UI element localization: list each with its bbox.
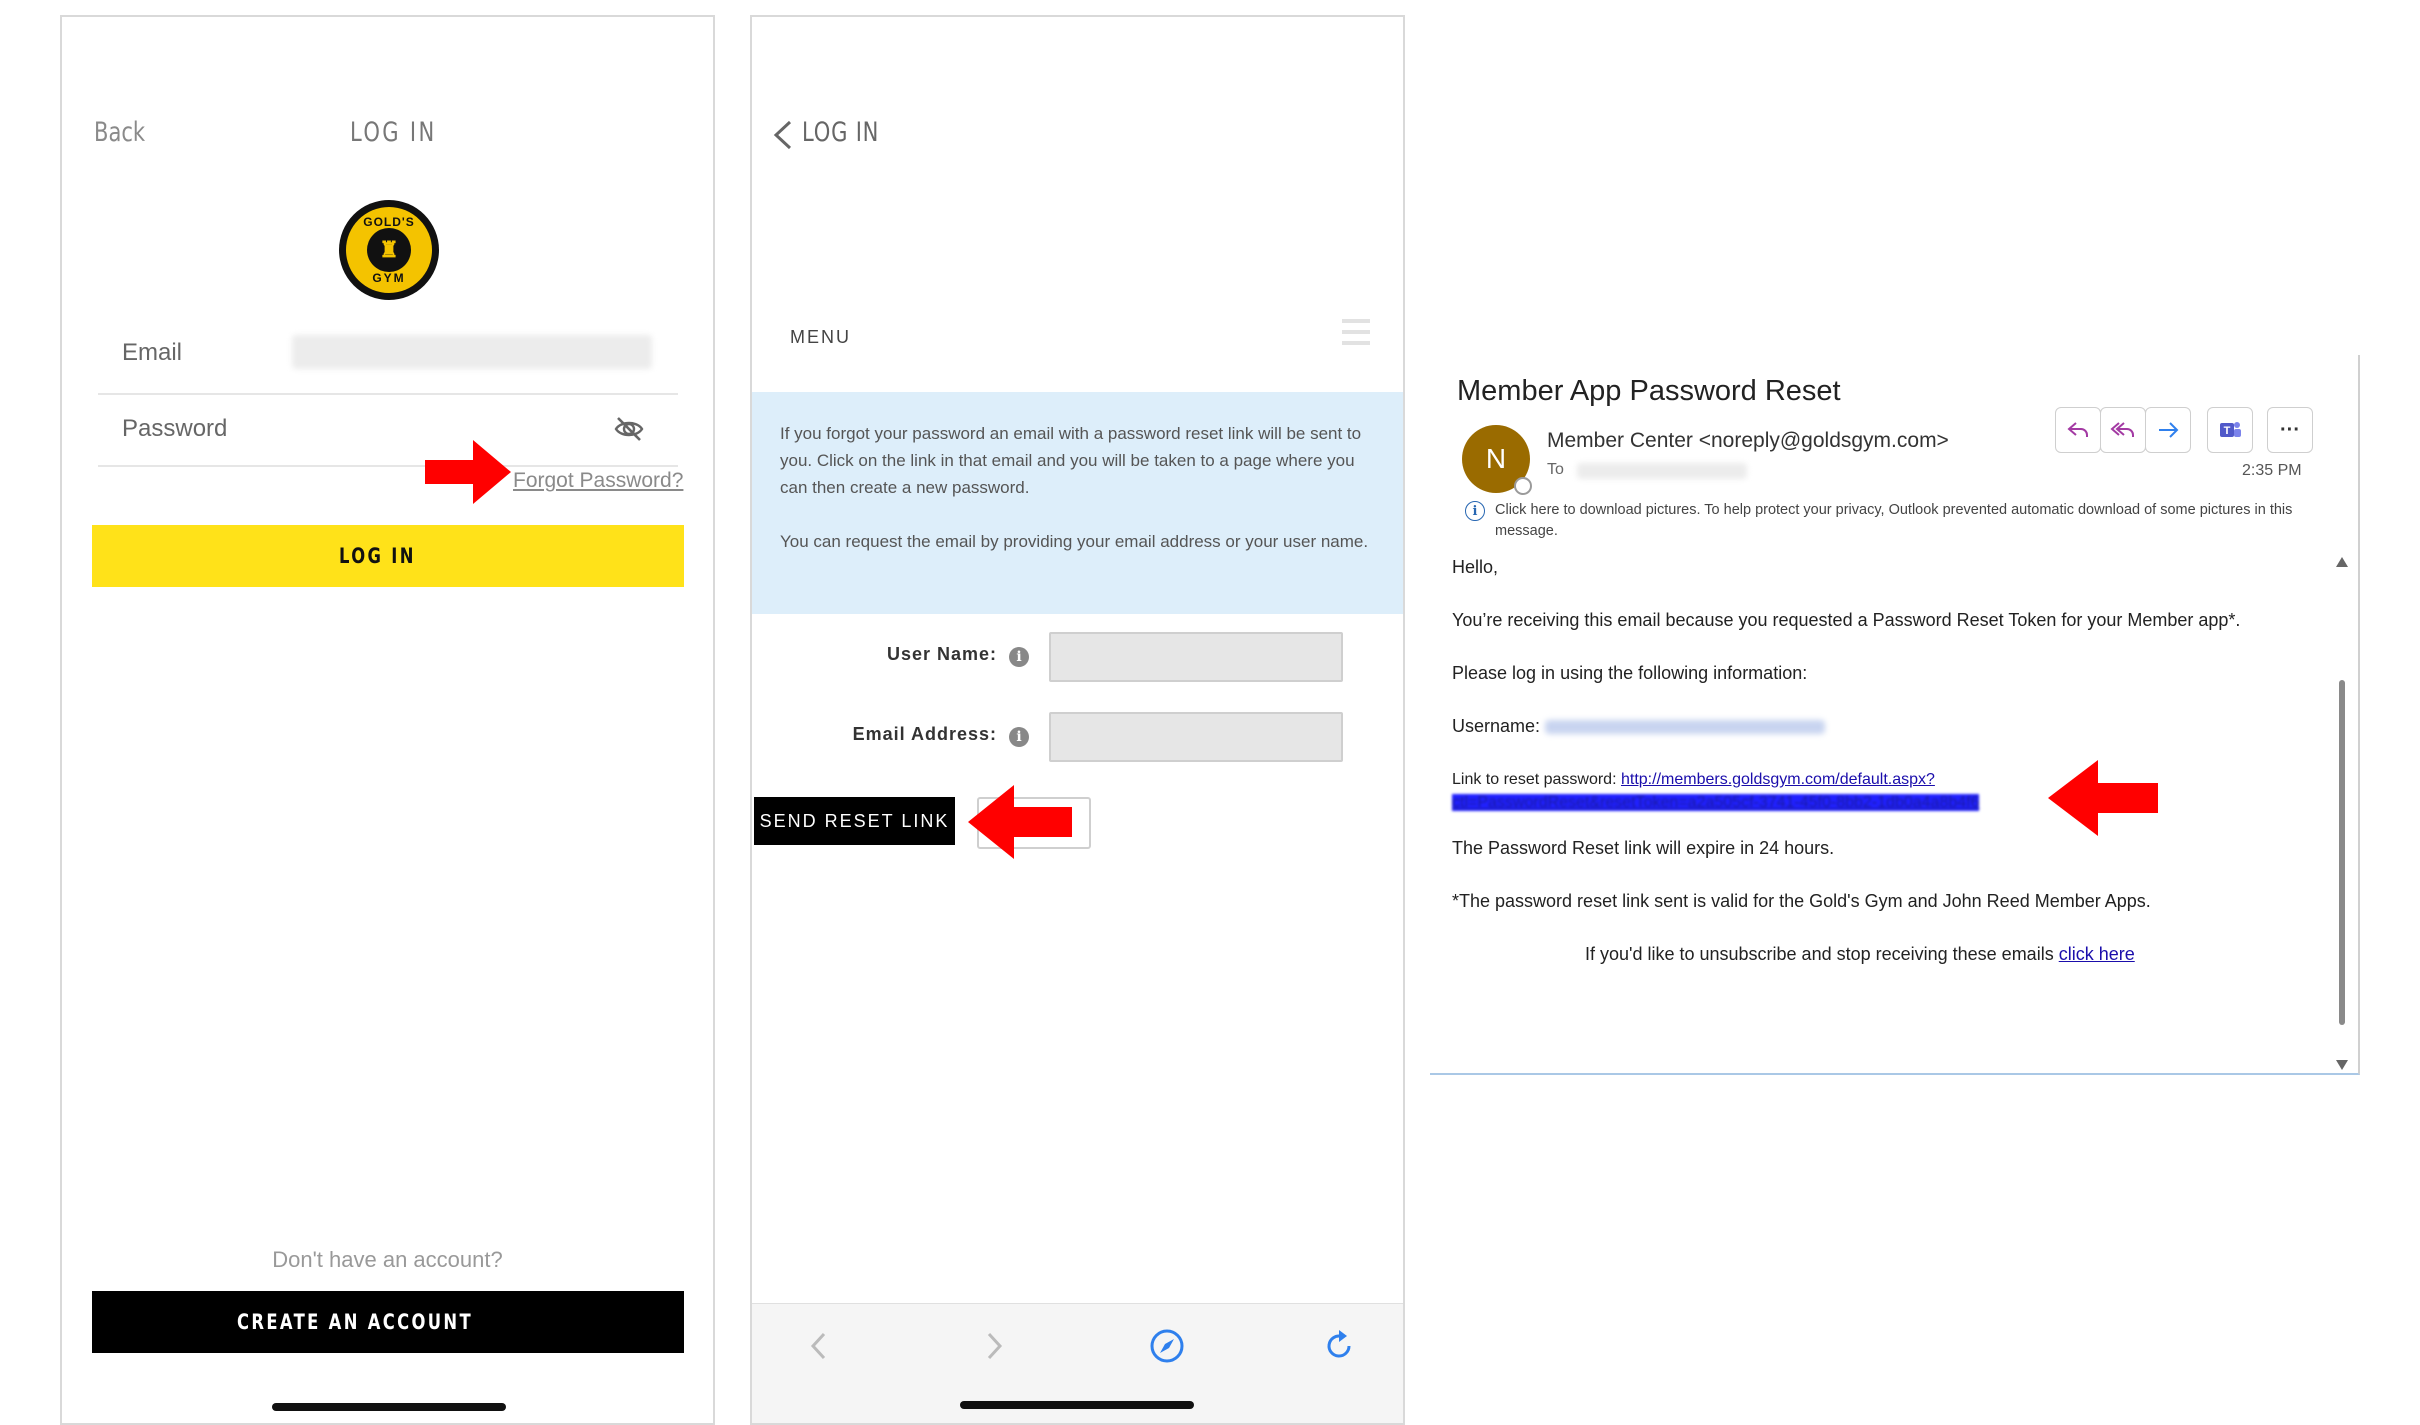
info-icon: i xyxy=(1465,501,1485,521)
password-label: Password xyxy=(122,415,228,442)
reset-link-token[interactable]: ctl=PasswordReset&resetToken=a2a505cf-37… xyxy=(1452,794,1980,811)
body-text: *The password reset link sent is valid f… xyxy=(1452,891,2151,911)
forward-icon[interactable] xyxy=(2145,407,2191,453)
username-value xyxy=(1545,720,1826,735)
body-text: The Password Reset link will expire in 2… xyxy=(1452,838,1835,858)
hamburger-menu-icon[interactable] xyxy=(1342,319,1370,345)
reply-icon[interactable] xyxy=(2055,407,2101,453)
no-account-text: Don't have an account? xyxy=(272,1247,503,1272)
unsubscribe-link[interactable]: click here xyxy=(2059,944,2135,964)
email-time: 2:35 PM xyxy=(2242,462,2302,479)
username-input[interactable] xyxy=(1049,632,1343,682)
email-recipient[interactable] xyxy=(1577,463,1747,479)
reset-link-line: ctl=PasswordReset&resetToken=a2a505cf-37… xyxy=(1452,791,1980,815)
scrollbar-thumb[interactable] xyxy=(2339,680,2345,1025)
email-message: Member App Password Reset N Member Cente… xyxy=(1430,355,2360,1075)
info-icon[interactable]: i xyxy=(1009,647,1029,667)
scroll-up-icon[interactable] xyxy=(2336,557,2348,567)
compass-icon[interactable] xyxy=(1147,1326,1187,1366)
login-button[interactable]: LOG IN xyxy=(92,525,684,587)
email-label: Email Address: xyxy=(852,724,997,744)
forward-nav-icon[interactable] xyxy=(974,1326,1014,1366)
email-to-label: To xyxy=(1547,461,1564,478)
email-input[interactable] xyxy=(1049,712,1343,762)
email-subject: Member App Password Reset xyxy=(1457,375,1841,407)
reset-link-line: Link to reset password: http://members.g… xyxy=(1452,771,1935,788)
avatar: N xyxy=(1462,425,1532,495)
divider xyxy=(98,465,678,467)
weightlifter-icon: ♜ xyxy=(367,228,411,272)
create-account-button[interactable]: CREATE AN ACCOUNT xyxy=(92,1291,684,1353)
annotation-arrow xyxy=(2048,760,2158,836)
body-text: Please log in using the following inform… xyxy=(1452,663,1808,683)
info-text: You can request the email by providing y… xyxy=(780,532,1369,551)
scrollbar[interactable] xyxy=(2335,555,2349,1075)
unsubscribe-line: If you'd like to unsubscribe and stop re… xyxy=(1585,944,2135,964)
reply-all-icon[interactable] xyxy=(2100,407,2146,453)
email-label: Email xyxy=(122,339,183,366)
email-field[interactable] xyxy=(292,335,652,369)
back-nav-icon[interactable] xyxy=(799,1326,839,1366)
page-title: LOG IN xyxy=(350,117,437,148)
reset-password-screen: LOG IN MENU If you forgot your password … xyxy=(750,15,1405,1425)
info-box: If you forgot your password an email wit… xyxy=(752,392,1403,614)
info-icon[interactable]: i xyxy=(1009,727,1029,747)
username-label: User Name: xyxy=(886,644,997,664)
golds-gym-logo: GOLD'S ♜ GYM xyxy=(339,200,439,300)
email-sender[interactable]: Member Center <noreply@goldsgym.com> xyxy=(1547,429,1949,453)
eye-slash-icon[interactable] xyxy=(613,413,645,445)
divider xyxy=(98,393,678,395)
greeting: Hello, xyxy=(1452,557,1499,577)
more-icon[interactable]: ··· xyxy=(2267,407,2313,453)
presence-icon xyxy=(1514,477,1532,495)
scroll-down-icon[interactable] xyxy=(2336,1060,2348,1070)
username-line: Username: xyxy=(1452,714,1826,738)
body-text: You’re receiving this email because you … xyxy=(1452,610,2241,630)
send-reset-link-button[interactable]: SEND RESET LINK xyxy=(754,797,955,845)
reset-link[interactable]: http://members.goldsgym.com/default.aspx… xyxy=(1621,771,1935,788)
login-screen: Back LOG IN GOLD'S ♜ GYM Email Password … xyxy=(60,15,715,1425)
back-button[interactable]: Back xyxy=(94,117,160,148)
home-indicator xyxy=(272,1403,506,1411)
annotation-arrow xyxy=(425,440,511,504)
home-indicator xyxy=(960,1401,1194,1409)
info-text: If you forgot your password an email wit… xyxy=(780,424,1362,497)
svg-text:T: T xyxy=(2224,425,2231,437)
menu-label[interactable]: MENU xyxy=(790,327,851,348)
chevron-left-icon[interactable] xyxy=(770,118,796,152)
forgot-password-link[interactable]: Forgot Password? xyxy=(513,469,683,493)
reload-icon[interactable] xyxy=(1319,1326,1359,1366)
teams-icon[interactable]: T xyxy=(2207,407,2253,453)
page-title: LOG IN xyxy=(802,117,880,148)
annotation-arrow xyxy=(968,785,1072,859)
download-pictures-notice[interactable]: i Click here to download pictures. To he… xyxy=(1465,500,2325,542)
